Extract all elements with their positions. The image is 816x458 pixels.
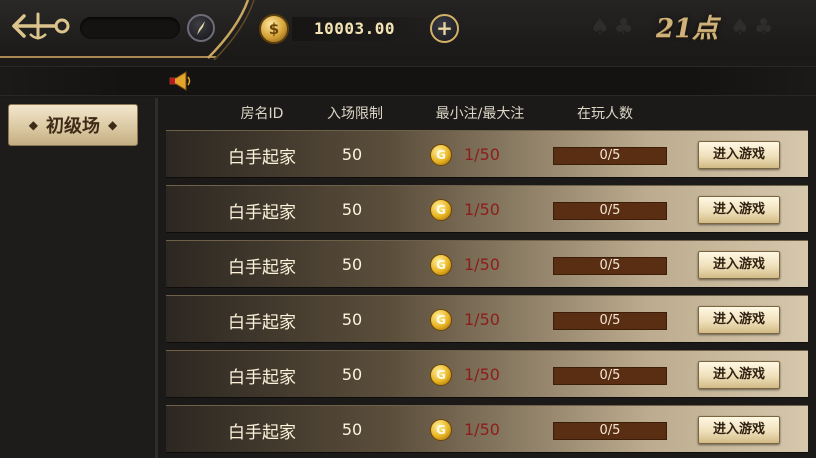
player-name-slot [80, 17, 180, 39]
room-name: 白手起家 [228, 258, 296, 278]
room-row[interactable]: 白手起家 50 G 1/50 0/5 进入游戏 [166, 350, 808, 398]
entry-limit: 50 [341, 310, 363, 329]
player-count: 0/5 [553, 312, 667, 330]
player-count: 0/5 [553, 422, 667, 440]
gold-coin-icon: G [430, 364, 452, 386]
entry-limit: 50 [341, 365, 363, 384]
column-header-entry-limit: 入场限制 [327, 106, 383, 122]
gold-coin-icon: G [430, 144, 452, 166]
notice-bar [0, 66, 816, 96]
game-title: 21点 [656, 14, 719, 44]
gold-coin-icon: G [430, 254, 452, 276]
bet-range: 1/50 [464, 310, 500, 329]
room-row[interactable]: 白手起家 50 G 1/50 0/5 进入游戏 [166, 405, 808, 453]
bet-range: 1/50 [464, 200, 500, 219]
room-name: 白手起家 [228, 148, 296, 168]
column-header-room-id: 房名ID [240, 106, 284, 122]
diamond-icon: ◆ [28, 118, 38, 132]
gold-coin-icon: G [430, 199, 452, 221]
player-count: 0/5 [553, 202, 667, 220]
enter-game-button[interactable]: 进入游戏 [698, 306, 780, 334]
gold-coin-icon: $ [259, 14, 289, 44]
room-name: 白手起家 [228, 423, 296, 443]
room-row[interactable]: 白手起家 50 G 1/50 0/5 进入游戏 [166, 295, 808, 343]
column-header-bet-range: 最小注/最大注 [435, 106, 525, 122]
column-header-players: 在玩人数 [577, 106, 633, 122]
add-gold-button[interactable]: + [430, 14, 459, 43]
enter-game-button[interactable]: 进入游戏 [698, 361, 780, 389]
room-row[interactable]: 白手起家 50 G 1/50 0/5 进入游戏 [166, 130, 808, 178]
bet-range: 1/50 [464, 420, 500, 439]
back-button[interactable] [10, 8, 72, 44]
entry-limit: 50 [341, 200, 363, 219]
room-row[interactable]: 白手起家 50 G 1/50 0/5 进入游戏 [166, 240, 808, 288]
spade-club-decoration-icon: ♠♣ [590, 15, 638, 40]
compass-button[interactable] [187, 14, 215, 42]
room-name: 白手起家 [228, 368, 296, 388]
player-count: 0/5 [553, 367, 667, 385]
anchor-back-icon [12, 12, 70, 40]
entry-limit: 50 [341, 145, 363, 164]
horn-icon [169, 71, 191, 91]
gold-coin-icon: G [430, 309, 452, 331]
bet-range: 1/50 [464, 255, 500, 274]
room-name: 白手起家 [228, 203, 296, 223]
bet-range: 1/50 [464, 145, 500, 164]
gold-amount: 10003.00 [314, 19, 396, 38]
player-count: 0/5 [553, 257, 667, 275]
room-row[interactable]: 白手起家 50 G 1/50 0/5 进入游戏 [166, 185, 808, 233]
level-tab-label: 初级场 [46, 116, 100, 137]
level-tab-beginner[interactable]: ◆ 初级场 ◆ [8, 104, 138, 146]
enter-game-button[interactable]: 进入游戏 [698, 416, 780, 444]
diamond-icon: ◆ [108, 118, 118, 132]
sidebar [0, 98, 158, 458]
entry-limit: 50 [341, 255, 363, 274]
enter-game-button[interactable]: 进入游戏 [698, 251, 780, 279]
gold-coin-icon: G [430, 419, 452, 441]
player-count: 0/5 [553, 147, 667, 165]
compass-icon [197, 21, 205, 35]
enter-game-button[interactable]: 进入游戏 [698, 141, 780, 169]
spade-club-decoration-icon: ♠♣ [730, 15, 778, 40]
entry-limit: 50 [341, 420, 363, 439]
room-name: 白手起家 [228, 313, 296, 333]
enter-game-button[interactable]: 进入游戏 [698, 196, 780, 224]
bet-range: 1/50 [464, 365, 500, 384]
